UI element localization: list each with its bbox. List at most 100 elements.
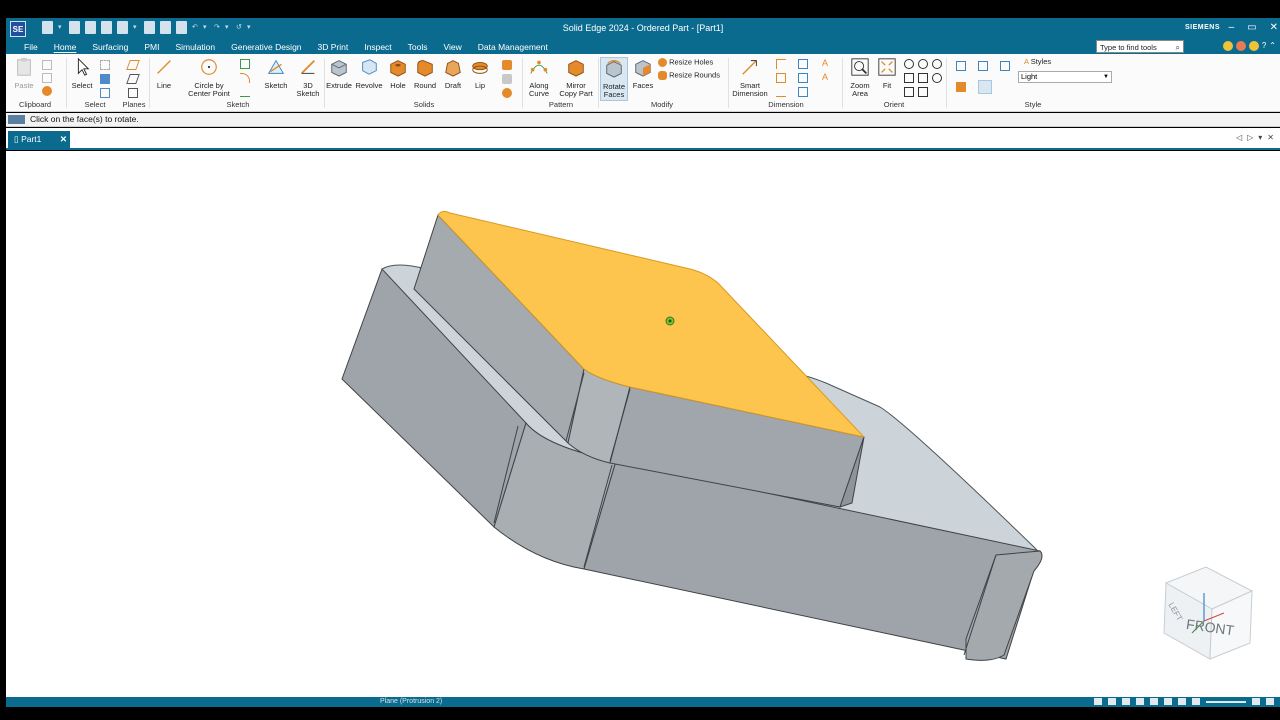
- tab-view[interactable]: View: [436, 42, 470, 54]
- sketch-button[interactable]: Sketch: [262, 57, 290, 90]
- tab-generative-design[interactable]: Generative Design: [223, 42, 309, 54]
- tab-home[interactable]: Home: [46, 42, 85, 54]
- chevron-left-icon[interactable]: ◁: [1236, 133, 1242, 142]
- mirror-copy-part-button[interactable]: Mirror Copy Part: [556, 57, 596, 98]
- zoom-area-button[interactable]: Zoom Area: [846, 57, 874, 98]
- help-icon[interactable]: [1248, 41, 1259, 51]
- line-button[interactable]: Line: [152, 57, 176, 90]
- thicken-icon[interactable]: [502, 74, 512, 84]
- status-icon-6[interactable]: [1164, 698, 1172, 705]
- coordinate-dim-icon[interactable]: [776, 87, 786, 97]
- close-tab-icon[interactable]: ✕: [60, 131, 67, 148]
- status-icon-3[interactable]: [1122, 698, 1130, 705]
- coincident-plane-icon[interactable]: [126, 74, 140, 84]
- rectangle-icon[interactable]: [240, 59, 250, 69]
- distance-icon[interactable]: [776, 59, 786, 69]
- zoom-out-icon[interactable]: [1266, 698, 1274, 705]
- find-tools-input[interactable]: Type to find tools ⌕: [1096, 40, 1184, 53]
- wireframe-icon[interactable]: [1000, 61, 1010, 71]
- rotate-view-icon[interactable]: [932, 59, 942, 69]
- pan-icon[interactable]: [918, 59, 928, 69]
- draft-button[interactable]: Draft: [440, 57, 466, 90]
- rotate-faces-button[interactable]: Rotate Faces: [600, 57, 628, 101]
- search-icon[interactable]: ⌕: [1176, 41, 1180, 54]
- view-icon[interactable]: [904, 73, 914, 83]
- part-model-view[interactable]: LEFT FRONT: [6, 151, 1280, 697]
- hole-button[interactable]: Hole: [386, 57, 410, 90]
- text-icon[interactable]: A: [822, 73, 832, 83]
- arc-icon[interactable]: [240, 73, 250, 83]
- extrude-button[interactable]: Extrude: [326, 57, 352, 90]
- select-button[interactable]: Select: [70, 57, 94, 90]
- tab-inspect[interactable]: Inspect: [356, 42, 399, 54]
- relate-icon[interactable]: [798, 59, 808, 69]
- resize-holes-button[interactable]: Resize Holes: [658, 58, 713, 67]
- sketch-view-icon[interactable]: [918, 73, 928, 83]
- faces-button[interactable]: Faces: [630, 57, 656, 90]
- help-dropdown-icon[interactable]: ?: [1262, 41, 1266, 51]
- tab-data-management[interactable]: Data Management: [470, 42, 556, 54]
- paste-button[interactable]: Paste: [12, 57, 36, 90]
- tab-3d-print[interactable]: 3D Print: [310, 42, 357, 54]
- tab-simulation[interactable]: Simulation: [167, 42, 223, 54]
- along-curve-button[interactable]: Along Curve: [524, 57, 554, 98]
- zoom-icon[interactable]: [904, 59, 914, 69]
- spin-icon[interactable]: [932, 73, 942, 83]
- tab-file[interactable]: File: [16, 42, 46, 54]
- copy-icon[interactable]: [42, 73, 52, 83]
- tab-pmi[interactable]: PMI: [136, 42, 167, 54]
- symmetric-icon[interactable]: [798, 87, 808, 97]
- named-view-icon[interactable]: [918, 87, 928, 97]
- restore-icon[interactable]: ▭: [1247, 22, 1256, 33]
- tab-surfacing[interactable]: Surfacing: [84, 42, 136, 54]
- document-tab-part1[interactable]: ▯ Part1 ✕: [8, 131, 70, 148]
- close-icon[interactable]: ✕: [1270, 22, 1278, 33]
- styles-button[interactable]: A Styles: [1024, 58, 1051, 66]
- status-icon-4[interactable]: [1136, 698, 1144, 705]
- status-icon-5[interactable]: [1150, 698, 1158, 705]
- coordinate-system-icon[interactable]: [128, 88, 138, 98]
- chevron-right-icon[interactable]: ▷: [1247, 133, 1253, 142]
- smiley-icon[interactable]: [1222, 41, 1233, 51]
- angle-icon[interactable]: [776, 73, 786, 83]
- status-icon-8[interactable]: [1192, 698, 1200, 705]
- shaded-edges-icon[interactable]: [978, 61, 988, 71]
- close-all-icon[interactable]: ✕: [1267, 133, 1274, 142]
- smart-dimension-button[interactable]: Smart Dimension: [730, 57, 770, 98]
- revolve-button[interactable]: Revolve: [354, 57, 384, 90]
- fit-button[interactable]: Fit: [876, 57, 898, 90]
- view-cube[interactable]: LEFT FRONT: [1163, 566, 1254, 660]
- select-filter-icon[interactable]: [100, 60, 110, 70]
- resize-rounds-button[interactable]: Resize Rounds: [658, 71, 720, 80]
- tab-list-icon[interactable]: ▾: [1258, 133, 1262, 142]
- curve-icon[interactable]: [240, 87, 250, 97]
- round-button[interactable]: Round: [412, 57, 438, 90]
- previous-view-icon[interactable]: [904, 87, 914, 97]
- shaded-icon[interactable]: [956, 61, 966, 71]
- lip-button[interactable]: Lip: [468, 57, 492, 90]
- ribbon-collapse-icon[interactable]: ⌃: [1269, 41, 1276, 51]
- tab-tools[interactable]: Tools: [400, 42, 436, 54]
- status-icon-2[interactable]: [1108, 698, 1116, 705]
- selection-mode-icon[interactable]: [100, 74, 110, 84]
- annotation-icon[interactable]: A: [822, 59, 832, 69]
- part-color-icon[interactable]: [956, 82, 966, 92]
- view-overrides-icon[interactable]: [978, 80, 992, 94]
- thin-wall-icon[interactable]: [502, 60, 512, 70]
- status-icon-1[interactable]: [1094, 698, 1102, 705]
- plane-icon[interactable]: [126, 60, 140, 70]
- box-select-icon[interactable]: [100, 88, 110, 98]
- minimize-icon[interactable]: –: [1229, 22, 1235, 33]
- feedback-icon[interactable]: [1235, 41, 1246, 51]
- status-icon-7[interactable]: [1178, 698, 1186, 705]
- 3d-sketch-button[interactable]: 3D Sketch: [294, 57, 322, 98]
- cut-icon[interactable]: [42, 60, 52, 70]
- paint-icon[interactable]: [42, 86, 52, 96]
- graphics-window[interactable]: LEFT FRONT: [6, 151, 1280, 697]
- circle-by-center-button[interactable]: Circle by Center Point: [180, 57, 238, 98]
- zoom-slider-icon[interactable]: [1206, 701, 1246, 703]
- connect-icon[interactable]: [798, 73, 808, 83]
- style-select[interactable]: Light ▼: [1018, 71, 1112, 83]
- zoom-in-icon[interactable]: [1252, 698, 1260, 705]
- rib-icon[interactable]: [502, 88, 512, 98]
